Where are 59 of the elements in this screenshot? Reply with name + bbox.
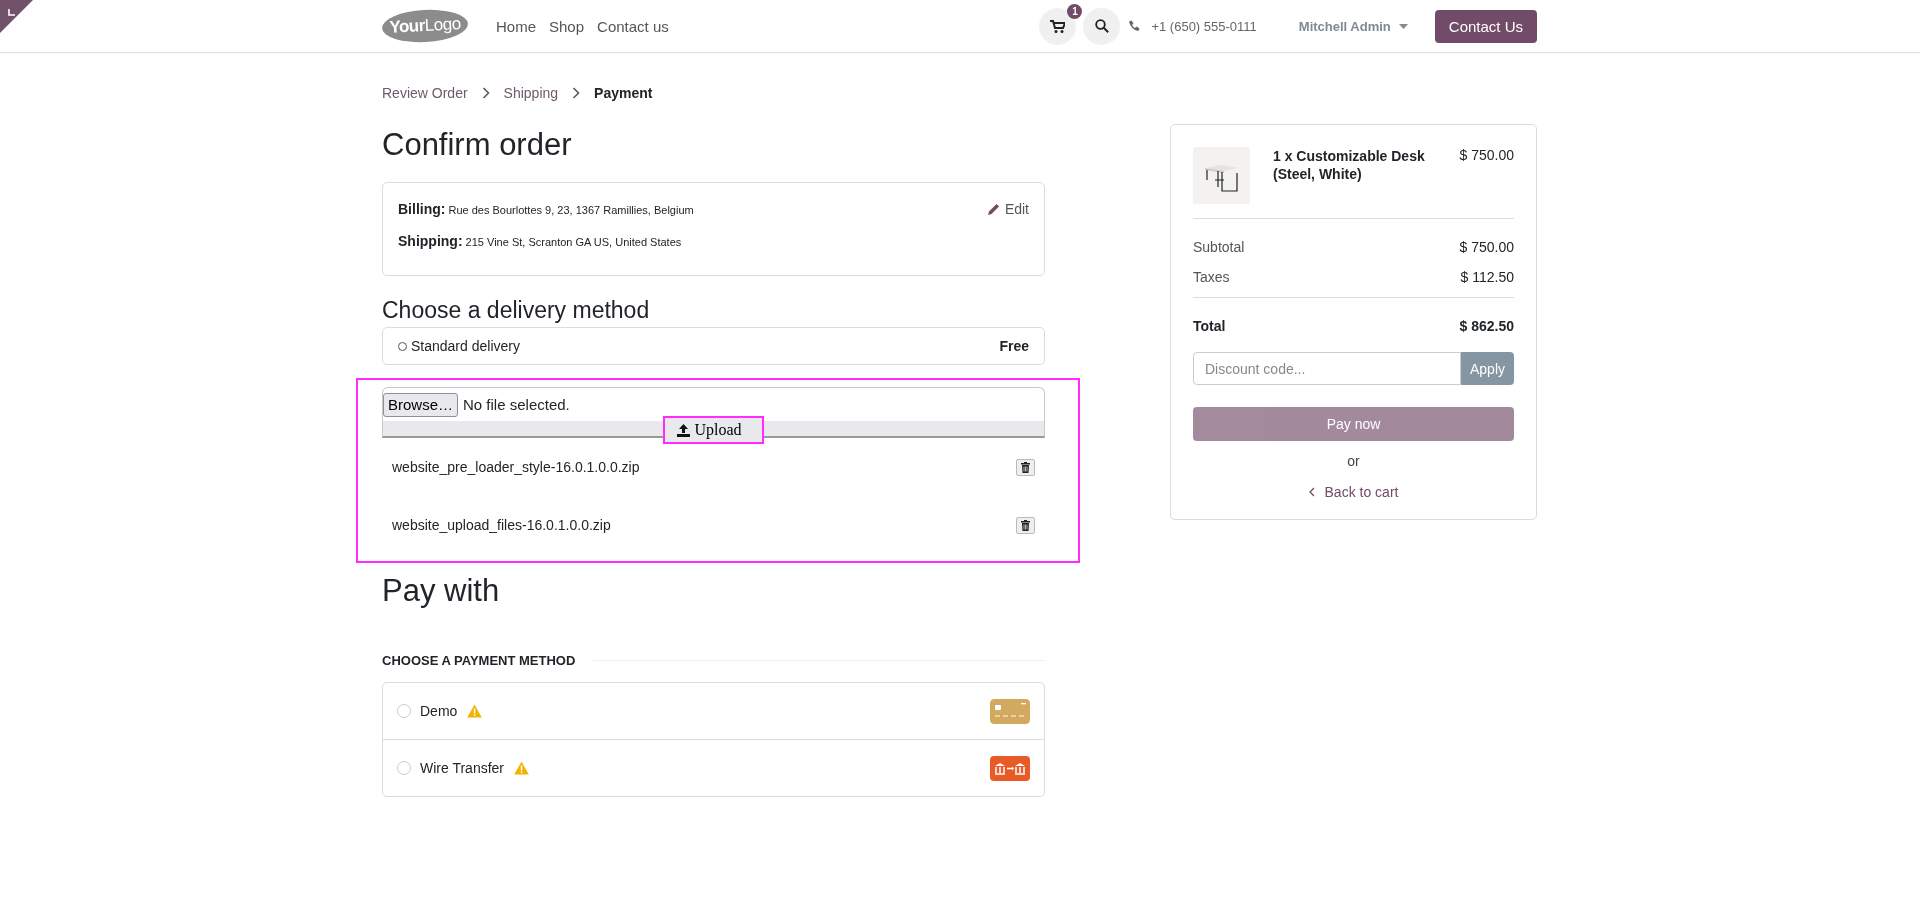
breadcrumb-link[interactable]: Review Order <box>382 85 468 101</box>
corner-triangle-icon <box>0 0 33 33</box>
search-button[interactable] <box>1083 7 1121 45</box>
address-line: Billing: Rue des Bourlottes 9, 23, 1367 Ramillies, Belgium <box>398 200 694 219</box>
delivery-price: Free <box>999 338 1029 354</box>
file-status: No file selected. <box>463 396 570 413</box>
section-label: CHOOSE A PAYMENT METHOD <box>382 653 576 668</box>
total-label: Total <box>1193 318 1226 334</box>
contact-us-button[interactable]: Contact Us <box>1434 9 1537 43</box>
cart-count-badge: 1 <box>1067 3 1083 19</box>
summary-value: $ 112.50 <box>1460 269 1514 285</box>
file-name: website_upload_files-16.0.1.0.0.zip <box>392 517 611 533</box>
logo: YourLogo <box>381 7 469 45</box>
payment-option[interactable]: Wire Transfer <box>383 739 1044 796</box>
cart-icon <box>1050 19 1066 33</box>
or-text: or <box>1346 453 1361 469</box>
delivery-name: Standard delivery <box>411 338 521 354</box>
payment-name: Wire Transfer <box>420 760 504 776</box>
credit-card-icon <box>990 698 1030 724</box>
nav-link[interactable]: Home <box>496 13 536 39</box>
chevron-right-icon <box>481 87 490 99</box>
delete-button[interactable] <box>1016 458 1035 476</box>
page-heading: Pay with <box>382 573 501 609</box>
search-icon <box>1094 19 1109 33</box>
section-heading: Choose a delivery method <box>382 296 651 325</box>
nav-link[interactable]: Contact us <box>597 13 669 39</box>
payment-name: Demo <box>420 703 458 719</box>
breadcrumb-link[interactable]: Shipping <box>503 85 559 101</box>
product-price: $ 750.00 <box>1459 147 1514 163</box>
summary-label: Subtotal <box>1193 239 1245 255</box>
delete-button[interactable] <box>1016 516 1035 534</box>
user-menu[interactable]: Mitchell Admin <box>1292 17 1414 35</box>
browse-button[interactable]: Browse… <box>383 392 459 417</box>
product-name: 1 x Customizable Desk (Steel, White) <box>1273 147 1426 183</box>
chevron-left-icon <box>1308 487 1315 497</box>
bank-transfer-icon <box>990 755 1030 781</box>
phone-icon <box>1128 20 1141 32</box>
edit-link[interactable]: Edit <box>987 199 1029 219</box>
upload-button[interactable]: Upload <box>663 416 764 444</box>
total-value: $ 862.50 <box>1459 318 1514 334</box>
upload-icon <box>677 423 691 437</box>
trash-icon <box>1021 461 1030 473</box>
trash-icon <box>1021 519 1030 531</box>
address-line: Shipping: 215 Vine St, Scranton GA US, United States <box>398 232 683 251</box>
back-to-cart-link[interactable]: Back to cart <box>1193 483 1514 501</box>
cart-button[interactable] <box>1039 7 1077 45</box>
breadcrumb-link[interactable]: Payment <box>594 85 653 101</box>
file-name: website_pre_loader_style-16.0.1.0.0.zip <box>392 459 640 475</box>
caret-down-icon <box>1398 23 1408 29</box>
summary-value: $ 750.00 <box>1459 239 1514 255</box>
page-title: Confirm order <box>382 127 573 163</box>
delivery-option[interactable]: Standard delivery Free <box>382 327 1045 365</box>
summary-label: Taxes <box>1193 269 1230 285</box>
chevron-right-icon <box>572 87 581 99</box>
discount-field[interactable]: Discount code... <box>1193 352 1461 385</box>
phone-number: +1 (650) 555-0111 <box>1151 18 1257 34</box>
payment-option[interactable]: Demo <box>383 683 1044 739</box>
pencil-icon <box>987 203 1000 215</box>
nav-link[interactable]: Shop <box>549 13 585 39</box>
